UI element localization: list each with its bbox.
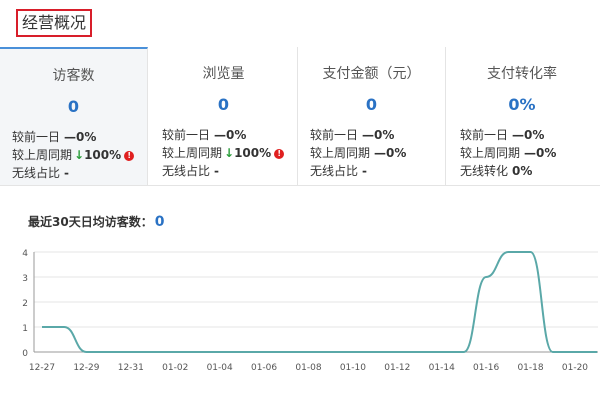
stat-card-pageviews[interactable]: 浏览量 0 较前一日 —0% 较上周同期 ↓100%! 无线占比 - [150, 47, 298, 185]
stat-row: 较上周同期 ↓100%! [12, 146, 147, 164]
x-tick-label: 01-02 [162, 363, 188, 373]
stat-row-value: 0% [512, 164, 533, 178]
stat-row: 较上周同期 —0% [310, 144, 445, 162]
stat-lines: 较前一日 —0% 较上周同期 —0% 无线转化 0% [460, 126, 596, 180]
x-tick-label: 01-20 [562, 363, 588, 373]
x-tick-label: 01-12 [384, 363, 410, 373]
y-tick-label: 2 [22, 299, 28, 309]
stat-row-label: 较上周同期 [12, 148, 73, 162]
stat-row: 较上周同期 —0% [460, 144, 596, 162]
stat-row-value: - [362, 164, 367, 178]
y-tick-label: 1 [22, 324, 28, 334]
y-tick-label: 3 [22, 274, 28, 284]
down-arrow-icon: ↓ [224, 146, 235, 160]
stat-row-label: 较前一日 [162, 128, 211, 142]
stat-row-value: —0% [362, 128, 395, 142]
x-tick-label: 12-27 [29, 363, 55, 373]
x-tick-label: 01-16 [473, 363, 499, 373]
stat-row-value: —0% [214, 128, 247, 142]
stat-row-value: 100% [84, 148, 122, 162]
stat-lines: 较前一日 —0% 较上周同期 ↓100%! 无线占比 - [12, 128, 147, 182]
stat-row-label: 较前一日 [460, 128, 509, 142]
stat-row-value: 100% [234, 146, 272, 160]
chart-avg-value: 0 [154, 214, 165, 230]
stat-lines: 较前一日 —0% 较上周同期 ↓100%! 无线占比 - [162, 126, 297, 180]
stat-card-payment[interactable]: 支付金额（元） 0 较前一日 —0% 较上周同期 —0% 无线占比 - [298, 47, 446, 185]
x-tick-label: 12-31 [118, 363, 144, 373]
chart-label: 最近30天日均访客数： [28, 215, 153, 229]
stat-row-label: 较上周同期 [460, 146, 521, 160]
x-tick-label: 12-29 [73, 363, 99, 373]
stat-card-conversion[interactable]: 支付转化率 0% 较前一日 —0% 较上周同期 —0% 无线转化 0% [448, 47, 596, 185]
x-tick-label: 01-10 [340, 363, 366, 373]
stat-row: 较前一日 —0% [162, 126, 297, 144]
stat-row-value: —0% [64, 130, 97, 144]
stat-row-label: 较前一日 [12, 130, 61, 144]
stat-head: 支付金额（元） [322, 66, 421, 82]
stat-row-value: - [214, 164, 219, 178]
stat-row-value: —0% [524, 146, 557, 160]
stat-value: 0 [67, 97, 80, 116]
x-tick-label: 01-18 [517, 363, 543, 373]
stat-row: 无线占比 - [12, 164, 147, 182]
x-tick-label: 01-04 [207, 363, 233, 373]
down-arrow-icon: ↓ [74, 148, 85, 162]
stat-row: 无线转化 0% [460, 162, 596, 180]
y-tick-label: 4 [22, 249, 28, 259]
stat-head: 浏览量 [202, 66, 245, 82]
stat-card-visitors[interactable]: 访客数 0 较前一日 —0% 较上周同期 ↓100%! 无线占比 - [0, 47, 148, 185]
stat-row: 较前一日 —0% [12, 128, 147, 146]
stat-head: 访客数 [52, 68, 95, 84]
stat-row-value: - [64, 166, 69, 180]
stat-row: 较上周同期 ↓100%! [162, 144, 297, 162]
stat-row-label: 无线转化 [460, 164, 509, 178]
stat-value: 0 [217, 95, 230, 114]
stat-row-value: —0% [512, 128, 545, 142]
y-tick-label: 0 [22, 349, 28, 359]
x-tick-label: 01-14 [429, 363, 455, 373]
stat-row-label: 较上周同期 [162, 146, 223, 160]
stat-row-label: 无线占比 [12, 166, 61, 180]
x-tick-label: 01-08 [295, 363, 321, 373]
x-tick-label: 01-06 [251, 363, 277, 373]
stats-row: 访客数 0 较前一日 —0% 较上周同期 ↓100%! 无线占比 - 浏览量 0 较前一日… [0, 47, 600, 186]
stat-lines: 较前一日 —0% 较上周同期 —0% 无线占比 - [310, 126, 445, 180]
stat-row: 较前一日 —0% [310, 126, 445, 144]
stat-value: 0 [365, 95, 378, 114]
stat-head: 支付转化率 [487, 66, 557, 82]
stat-row-label: 较前一日 [310, 128, 359, 142]
warning-icon[interactable]: ! [274, 148, 285, 159]
stat-row: 较前一日 —0% [460, 126, 596, 144]
stat-row: 无线占比 - [310, 162, 445, 180]
stat-row-label: 无线占比 [310, 164, 359, 178]
page-title: 经营概况 [16, 9, 93, 37]
stat-row-value: —0% [374, 146, 407, 160]
warning-icon[interactable]: ! [124, 150, 135, 161]
stat-value: 0% [508, 95, 536, 114]
stat-row: 无线占比 - [162, 162, 297, 180]
chart-title: 最近30天日均访客数： 0 [28, 213, 164, 230]
visitor-line-chart: 0 1 2 3 4 12-27 12-29 12-31 01-02 01-04 01-06 01-08… [22, 249, 598, 373]
stat-row-label: 无线占比 [162, 164, 211, 178]
stat-row-label: 较上周同期 [310, 146, 371, 160]
